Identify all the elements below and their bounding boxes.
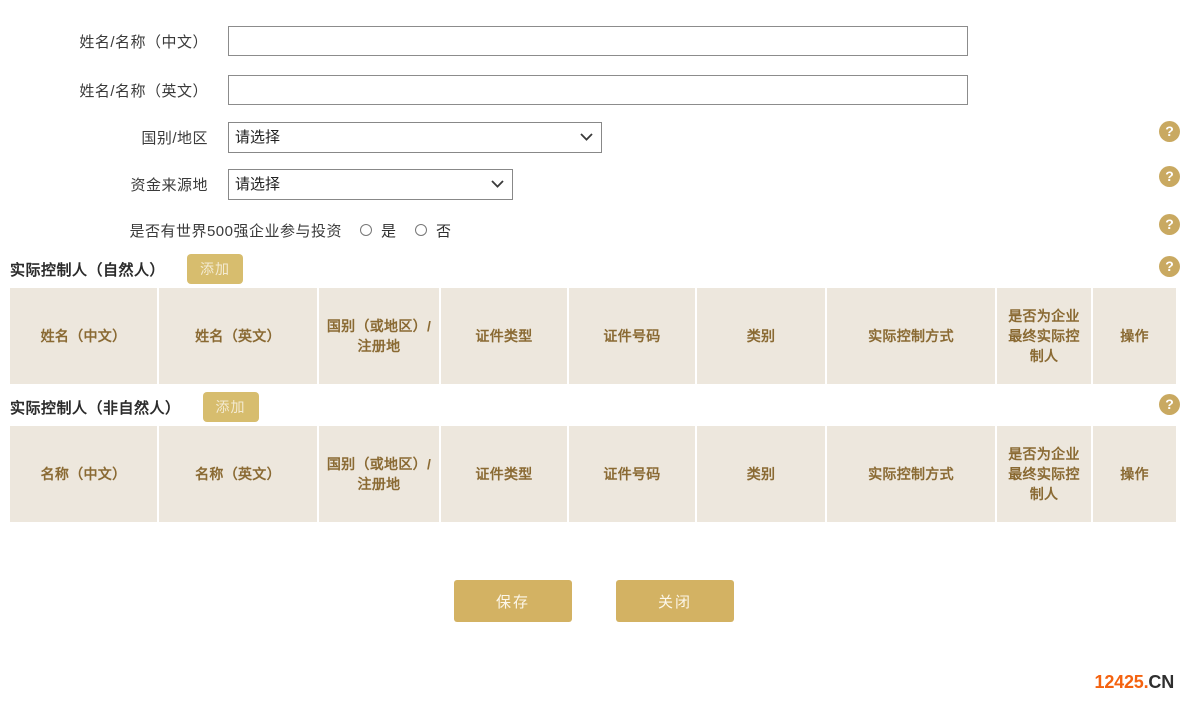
col-country: 国别（或地区）/注册地 [318, 288, 441, 384]
col-is-final-controller: 是否为企业最终实际控制人 [996, 288, 1093, 384]
label-name-cn: 姓名/名称（中文） [79, 33, 208, 51]
radio-label-yes: 是 [381, 222, 398, 240]
label-funding-source: 资金来源地 [130, 176, 208, 194]
radio-label-no: 否 [436, 222, 453, 240]
watermark: 12425.CN [1094, 672, 1175, 693]
form-page: 姓名/名称（中文） 姓名/名称（英文） 国别/地区 请选择 ? 资金来源地 请选… [0, 0, 1188, 705]
col-category: 类别 [696, 426, 827, 522]
col-control-method: 实际控制方式 [826, 288, 997, 384]
funding-source-select-wrapper: 请选择 [228, 168, 513, 200]
col-actions: 操作 [1092, 288, 1176, 384]
col-name-cn: 姓名（中文） [10, 288, 159, 384]
section-header-natural: 实际控制人（自然人） 添加 [0, 252, 1188, 286]
col-id-type: 证件类型 [440, 426, 569, 522]
close-button[interactable]: 关闭 [616, 580, 734, 622]
col-id-number: 证件号码 [568, 426, 697, 522]
watermark-number: 12425 [1094, 672, 1144, 692]
fortune500-radio-group: 是 否 [360, 220, 470, 241]
radio-option-yes[interactable]: 是 [360, 220, 397, 241]
radio-circle-no[interactable] [415, 224, 428, 236]
form-row-funding-source: 资金来源地 请选择 ? [0, 160, 1188, 208]
basic-info-form: 姓名/名称（中文） 姓名/名称（英文） 国别/地区 请选择 ? 资金来源地 请选… [0, 0, 1188, 252]
section-controller-natural: 实际控制人（自然人） 添加 ? 姓名（中文） 姓名（英文） 国别（或地区）/注册… [0, 252, 1188, 384]
col-name-en: 姓名（英文） [158, 288, 319, 384]
table-header-row: 姓名（中文） 姓名（英文） 国别（或地区）/注册地 证件类型 证件号码 类别 实… [10, 288, 1176, 384]
watermark-tld: CN [1148, 672, 1174, 692]
col-actions: 操作 [1092, 426, 1176, 522]
table-header-row: 名称（中文） 名称（英文） 国别（或地区）/注册地 证件类型 证件号码 类别 实… [10, 426, 1176, 522]
form-footer: 保存 关闭 [0, 580, 1188, 622]
form-row-name-cn: 姓名/名称（中文） [0, 16, 1188, 66]
help-icon-legal-person[interactable]: ? [1159, 394, 1180, 415]
col-is-final-controller: 是否为企业最终实际控制人 [996, 426, 1093, 522]
form-row-country: 国别/地区 请选择 ? [0, 114, 1188, 160]
name-cn-input[interactable] [228, 26, 968, 56]
table-controller-legal: 名称（中文） 名称（英文） 国别（或地区）/注册地 证件类型 证件号码 类别 实… [10, 426, 1176, 522]
form-row-name-en: 姓名/名称（英文） [0, 66, 1188, 114]
label-fortune500: 是否有世界500强企业参与投资 [129, 222, 342, 240]
section-header-legal: 实际控制人（非自然人） 添加 [0, 390, 1188, 424]
country-select-wrapper: 请选择 [228, 121, 602, 153]
help-icon-natural-person[interactable]: ? [1159, 256, 1180, 277]
help-icon-funding-source[interactable]: ? [1159, 166, 1180, 187]
radio-circle-yes[interactable] [360, 224, 372, 236]
table-controller-natural: 姓名（中文） 姓名（英文） 国别（或地区）/注册地 证件类型 证件号码 类别 实… [10, 288, 1176, 384]
col-name-en: 名称（英文） [158, 426, 319, 522]
form-row-fortune500: 是否有世界500强企业参与投资 是 否 ? [0, 208, 1188, 252]
help-icon-fortune500[interactable]: ? [1159, 214, 1180, 235]
funding-source-select[interactable]: 请选择 [228, 168, 513, 200]
help-icon-country[interactable]: ? [1159, 121, 1180, 142]
add-legal-person-button[interactable]: 添加 [202, 392, 259, 422]
col-id-type: 证件类型 [440, 288, 569, 384]
label-name-en: 姓名/名称（英文） [79, 82, 208, 100]
section-controller-legal: 实际控制人（非自然人） 添加 ? 名称（中文） 名称（英文） 国别（或地区）/注… [0, 390, 1188, 522]
section-title-legal: 实际控制人（非自然人） [10, 399, 181, 417]
country-select[interactable]: 请选择 [228, 121, 602, 153]
col-name-cn: 名称（中文） [10, 426, 159, 522]
add-natural-person-button[interactable]: 添加 [187, 254, 244, 284]
radio-option-no[interactable]: 否 [415, 220, 452, 241]
name-en-input[interactable] [228, 75, 968, 105]
col-id-number: 证件号码 [568, 288, 697, 384]
col-country: 国别（或地区）/注册地 [318, 426, 441, 522]
label-country: 国别/地区 [141, 129, 208, 147]
save-button[interactable]: 保存 [454, 580, 572, 622]
section-title-natural: 实际控制人（自然人） [10, 261, 166, 279]
col-control-method: 实际控制方式 [826, 426, 997, 522]
col-category: 类别 [696, 288, 827, 384]
